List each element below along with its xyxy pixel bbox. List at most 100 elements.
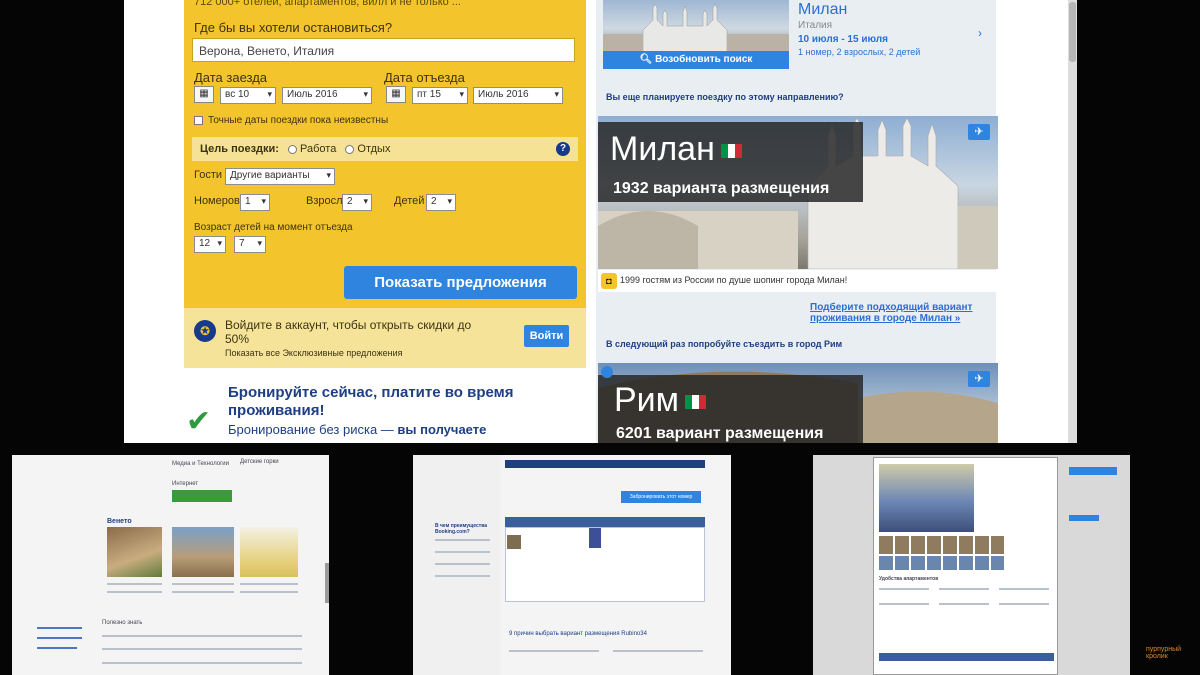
trip-purpose-label: Цель поездки: — [200, 143, 279, 155]
thumb2-sidebar — [413, 455, 501, 675]
checkin-label: Дата заезда — [194, 70, 268, 85]
thumb2-book-button[interactable]: Забронировать этот номер — [621, 491, 701, 503]
calendar-icon[interactable]: ▦ — [194, 86, 214, 103]
thumbnail-screenshot-1[interactable]: Медиа и Технологии Детские горки Интерне… — [12, 455, 329, 675]
purpose-leisure-option[interactable]: Отдых — [345, 143, 390, 155]
chevron-right-icon[interactable]: › — [978, 26, 982, 40]
child-age-select-1[interactable]: 12 — [194, 236, 226, 253]
login-promo-box: ✪ Войдите в аккаунт, чтобы открыть скидк… — [184, 308, 586, 368]
thumb1-green-badge — [172, 490, 232, 502]
thumb1-category-2: Детские горки — [240, 459, 279, 465]
radio-icon — [345, 144, 355, 154]
checkmark-icon: ✔ — [186, 405, 212, 438]
thumb2-why-book: В чем преимущества Booking.com? — [435, 523, 487, 535]
shopping-bag-icon: ◘ — [601, 273, 617, 289]
flexible-dates-label: Точные даты поездки пока неизвестны — [208, 115, 389, 126]
children-select[interactable]: 2 — [426, 194, 456, 211]
thumb3-table-header — [879, 653, 1054, 661]
search-icon: 🔍︎ — [639, 54, 656, 65]
scrollbar-thumb[interactable] — [1069, 2, 1076, 62]
checkout-day-select[interactable]: пт 15 — [412, 87, 468, 104]
italy-flag-icon — [685, 395, 707, 410]
thumb1-region: Венето — [107, 518, 132, 525]
recent-country: Италия — [798, 20, 833, 31]
rooms-select[interactable]: 1 — [240, 194, 270, 211]
book-now-subtitle-text: Бронирование без риска — — [228, 422, 398, 437]
thumb1-good-to-know: Полезно знать — [102, 620, 143, 626]
recent-dates: 10 июля - 15 июля — [798, 34, 888, 45]
properties-count-text: 712 000+ отелей, апартаментов, вилл и не… — [194, 0, 461, 8]
rome-city-name: Рим — [614, 381, 680, 419]
thumb3-text-line — [999, 603, 1049, 605]
guests-select[interactable]: Другие варианты — [225, 168, 335, 185]
thumb3-text-line — [879, 588, 929, 590]
thumb3-small-button[interactable] — [1069, 515, 1099, 521]
checkin-day-select[interactable]: вс 10 — [220, 87, 276, 104]
thumb1-link-line — [37, 627, 82, 629]
milan-count: 1932 варианта размещения — [613, 180, 830, 197]
checkout-month-select[interactable]: Июль 2016 — [473, 87, 563, 104]
thumb1-text-line — [102, 662, 302, 664]
book-now-subtitle-bold: вы получаете — [397, 422, 487, 437]
login-promo-subtitle[interactable]: Показать все Эксклюзивные предложения — [225, 348, 402, 358]
milan-card[interactable]: Милан 1932 варианта размещения ✈ — [598, 116, 998, 269]
book-now-title: Бронируйте сейчас, платите во время прож… — [228, 384, 514, 419]
checkin-month-select[interactable]: Июль 2016 — [282, 87, 372, 104]
milan-section-heading: Вы еще планируете поездку по этому напра… — [606, 92, 844, 102]
thumb1-category-1: Медиа и Технологии — [172, 461, 229, 467]
destination-input[interactable]: Верона, Венето, Италия — [192, 38, 575, 62]
thumb1-text-line — [240, 591, 298, 593]
thumb3-book-button[interactable] — [1069, 467, 1117, 475]
thumb1-photo-1 — [107, 527, 162, 577]
thumb2-choose-title: 9 причин выбрать вариант размещения Rubi… — [509, 631, 647, 637]
thumb1-text-line — [240, 583, 298, 585]
vertical-scrollbar[interactable] — [1068, 0, 1077, 443]
thumb2-text-line — [435, 551, 490, 553]
thumb1-text-line — [102, 635, 302, 637]
thumb1-scrollbar — [325, 563, 329, 603]
thumb2-text-line — [435, 539, 490, 541]
thumb3-amenities-title: Удобства апартаментов — [879, 576, 939, 582]
resume-search-button[interactable]: 🔍︎ Возобновить поиск — [603, 51, 789, 69]
location-pin-icon — [601, 366, 613, 378]
rome-overlay: Рим 6201 вариант размещения — [598, 375, 863, 443]
recent-city[interactable]: Милан — [798, 1, 847, 19]
flexible-dates-checkbox[interactable] — [194, 116, 203, 125]
rome-count: 6201 вариант размещения — [616, 425, 824, 442]
help-icon[interactable]: ? — [556, 142, 570, 156]
thumb1-link-line — [37, 647, 77, 649]
plane-icon[interactable]: ✈ — [968, 124, 990, 140]
thumbnail-screenshot-3[interactable]: Удобства апартаментов — [813, 455, 1130, 675]
calendar-icon[interactable]: ▦ — [386, 86, 406, 103]
thumb1-link-line — [37, 637, 82, 639]
adults-select[interactable]: 2 — [342, 194, 372, 211]
thumb2-text-line — [435, 575, 490, 577]
milan-overlay: Милан 1932 варианта размещения — [598, 122, 863, 202]
child-age-select-2[interactable]: 7 — [234, 236, 266, 253]
thumb1-text-line — [172, 591, 234, 593]
guests-label: Гости — [194, 169, 223, 181]
login-promo-title: Войдите в аккаунт, чтобы открыть скидки … — [225, 318, 472, 346]
milan-city-name: Милан — [610, 130, 715, 168]
thumb2-text-line — [509, 650, 599, 652]
book-now-promo: ✔ Бронируйте сейчас, платите во время пр… — [184, 378, 586, 443]
channel-watermark: пурпурный кролик — [1146, 646, 1182, 660]
milan-overlay-city: Милан — [610, 130, 742, 169]
thumb2-text-line — [435, 563, 490, 565]
suggestions-pane: 🔍︎ Возобновить поиск Милан Италия 10 июл… — [596, 0, 998, 443]
milan-note-bar: ◘ 1999 гостям из России по душе шопинг г… — [598, 270, 998, 292]
thumbnail-screenshot-2[interactable]: В чем преимущества Booking.com? Забронир… — [413, 455, 731, 675]
milan-note: 1999 гостям из России по душе шопинг гор… — [620, 275, 848, 285]
rooms-label: Номеров — [194, 195, 240, 207]
milan-stays-link[interactable]: Подберите подходящий вариант проживания … — [810, 302, 996, 324]
plane-icon[interactable]: ✈ — [968, 371, 990, 387]
thumb3-modal: Удобства апартаментов — [873, 457, 1058, 675]
show-offers-button[interactable]: Показать предложения — [344, 266, 577, 299]
rome-card[interactable]: Рим 6201 вариант размещения ✈ — [598, 363, 998, 443]
thumb3-text-line — [939, 603, 989, 605]
login-button[interactable]: Войти — [524, 325, 569, 347]
trip-purpose-bar: Цель поездки: Работа Отдых ? — [192, 137, 578, 161]
recent-details: 1 номер, 2 взрослых, 2 детей — [798, 47, 921, 57]
thumb3-room-photo — [879, 464, 974, 532]
purpose-work-option[interactable]: Работа — [288, 143, 336, 155]
